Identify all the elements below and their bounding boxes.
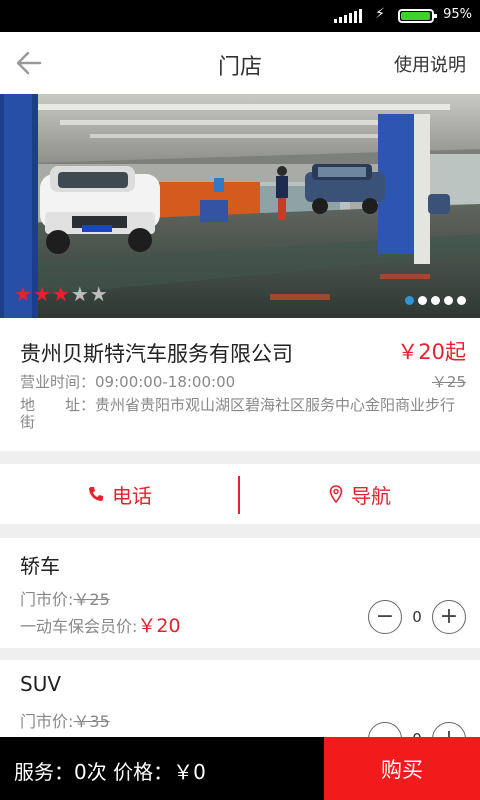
star-empty-icon: ★ <box>70 282 89 306</box>
member-price-value: ￥20 <box>137 615 181 637</box>
store-price-value: ￥25 <box>73 590 110 609</box>
navigate-label: 导航 <box>351 483 391 508</box>
phone-icon <box>89 487 103 501</box>
increase-quantity-button[interactable]: + <box>432 600 466 634</box>
store-info-panel: 贵州贝斯特汽车服务有限公司 ￥20起 营业时间：09:00:00-18:00:0… <box>0 318 480 451</box>
call-button[interactable]: 电话 <box>0 464 240 524</box>
original-price: ￥25 <box>431 373 466 391</box>
top-bar: 门店 使用说明 <box>0 32 480 94</box>
store-address: 地 址：贵州省贵阳市观山湖区碧海社区服务中心金阳商业步行街 <box>20 397 465 431</box>
member-price-label: 一动车保会员价: <box>20 617 138 636</box>
service-name: 轿车 <box>20 554 60 578</box>
quantity-value: 0 <box>412 608 422 626</box>
navigate-button[interactable]: 导航 <box>240 464 480 524</box>
store-price: 门市价:￥35 <box>20 708 110 732</box>
store-price: 门市价:￥25 <box>20 586 110 610</box>
carousel-indicator <box>405 296 466 305</box>
carousel-dot[interactable] <box>405 296 414 305</box>
star-filled-icon: ★ <box>14 282 32 306</box>
business-hours: 营业时间：09:00:00-18:00:00 <box>20 371 235 392</box>
star-empty-icon: ★ <box>89 282 108 306</box>
battery-icon <box>398 9 437 23</box>
plus-icon: + <box>439 604 459 629</box>
signal-icon <box>334 9 362 23</box>
carousel-dot[interactable] <box>457 296 466 305</box>
business-hours-value: 09:00:00-18:00:00 <box>95 373 236 391</box>
contact-actions: 电话 导航 <box>0 464 480 524</box>
store-price-value: ￥35 <box>73 712 110 731</box>
starting-price: ￥20起 <box>397 340 466 364</box>
carousel-dot[interactable] <box>444 296 453 305</box>
buy-button[interactable]: 购买 <box>324 737 480 800</box>
carousel-dot[interactable] <box>431 296 440 305</box>
service-card: 轿车 门市价:￥25 一动车保会员价:￥20 − 0 + <box>0 538 480 648</box>
location-pin-icon <box>329 485 343 503</box>
star-filled-icon: ★ <box>32 282 51 306</box>
checkout-bar: 服务：0次 价格：￥0 购买 <box>0 737 480 800</box>
store-price-label: 门市价: <box>20 590 74 609</box>
store-name: 贵州贝斯特汽车服务有限公司 <box>20 342 293 366</box>
status-bar: ⚡ 95% <box>0 0 480 32</box>
quantity-stepper: − 0 + <box>368 600 466 634</box>
help-link[interactable]: 使用说明 <box>394 51 466 77</box>
store-price-label: 门市价: <box>20 712 74 731</box>
carousel-dot[interactable] <box>418 296 427 305</box>
order-summary: 服务：0次 价格：￥0 <box>14 760 206 784</box>
rating-stars: ★ ★ ★ ★ ★ <box>14 284 108 304</box>
service-name: SUV <box>20 672 62 696</box>
star-filled-icon: ★ <box>51 282 70 306</box>
battery-percentage: 95% <box>443 7 472 22</box>
charging-icon: ⚡ <box>375 6 385 22</box>
call-label: 电话 <box>112 483 152 508</box>
business-hours-label: 营业时间： <box>20 373 96 391</box>
minus-icon: − <box>375 604 395 629</box>
address-label: 地 址： <box>20 396 96 414</box>
store-photo-carousel[interactable]: ★ ★ ★ ★ ★ <box>0 94 480 318</box>
decrease-quantity-button[interactable]: − <box>368 600 402 634</box>
member-price: 一动车保会员价:￥20 <box>20 611 181 638</box>
